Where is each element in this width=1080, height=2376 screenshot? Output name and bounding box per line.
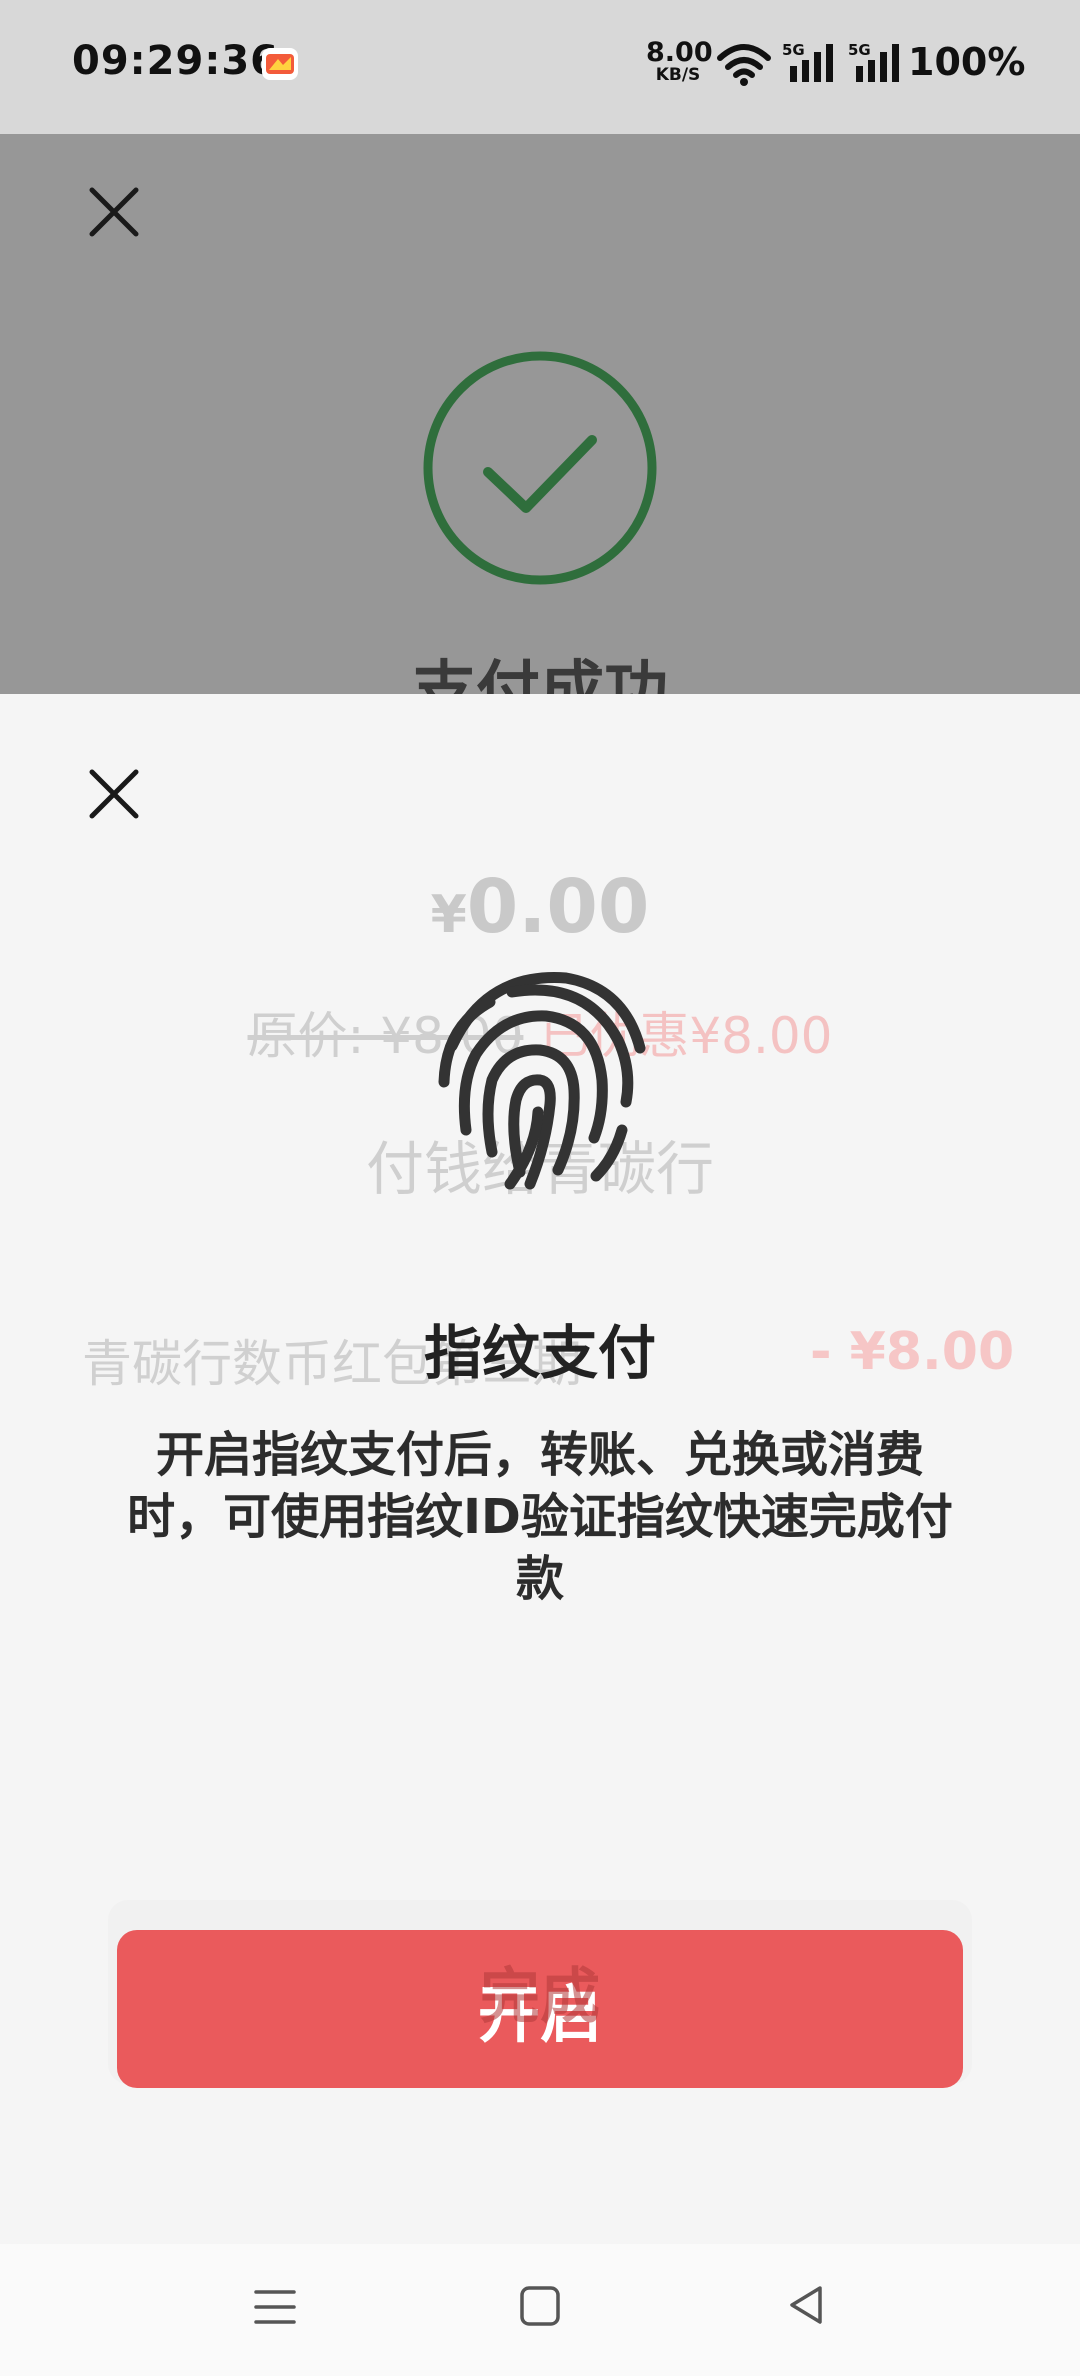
modal-title: 指纹支付 (423, 1319, 656, 1387)
close-icon[interactable] (86, 766, 142, 822)
status-bar: 09:29:36 8.00 KB/S 5G 5G 100% (0, 0, 1080, 134)
close-icon[interactable] (86, 184, 142, 240)
fingerprint-payment-sheet: ¥0.00 原价: ¥8.00 已优惠¥8.00 付钱给青碳行 青碳行数币红包第… (0, 694, 1080, 2244)
payment-amount: ¥0.00 (430, 864, 650, 950)
navigation-bar (0, 2244, 1080, 2376)
home-icon[interactable] (518, 2284, 562, 2328)
wifi-icon (717, 44, 771, 86)
back-icon[interactable] (784, 2282, 828, 2328)
app-notification-icon (262, 48, 298, 80)
status-time: 09:29:36 (72, 38, 279, 84)
battery-level: 100% (908, 40, 1026, 84)
signal-icon: 5G (848, 41, 899, 82)
fingerprint-icon (438, 972, 646, 1190)
network-speed: 8.00 KB/S (646, 37, 713, 85)
signal-icon: 5G (782, 41, 833, 82)
modal-description: 开启指纹支付后，转账、兑换或消费时，可使用指纹ID验证指纹快速完成付款 (127, 1427, 953, 1607)
checkmark-circle-icon (423, 351, 657, 585)
done-button-label: 完成 (480, 1962, 600, 2032)
svg-text:5G: 5G (782, 41, 805, 59)
menu-icon[interactable] (252, 2284, 298, 2330)
svg-text:5G: 5G (848, 41, 871, 59)
